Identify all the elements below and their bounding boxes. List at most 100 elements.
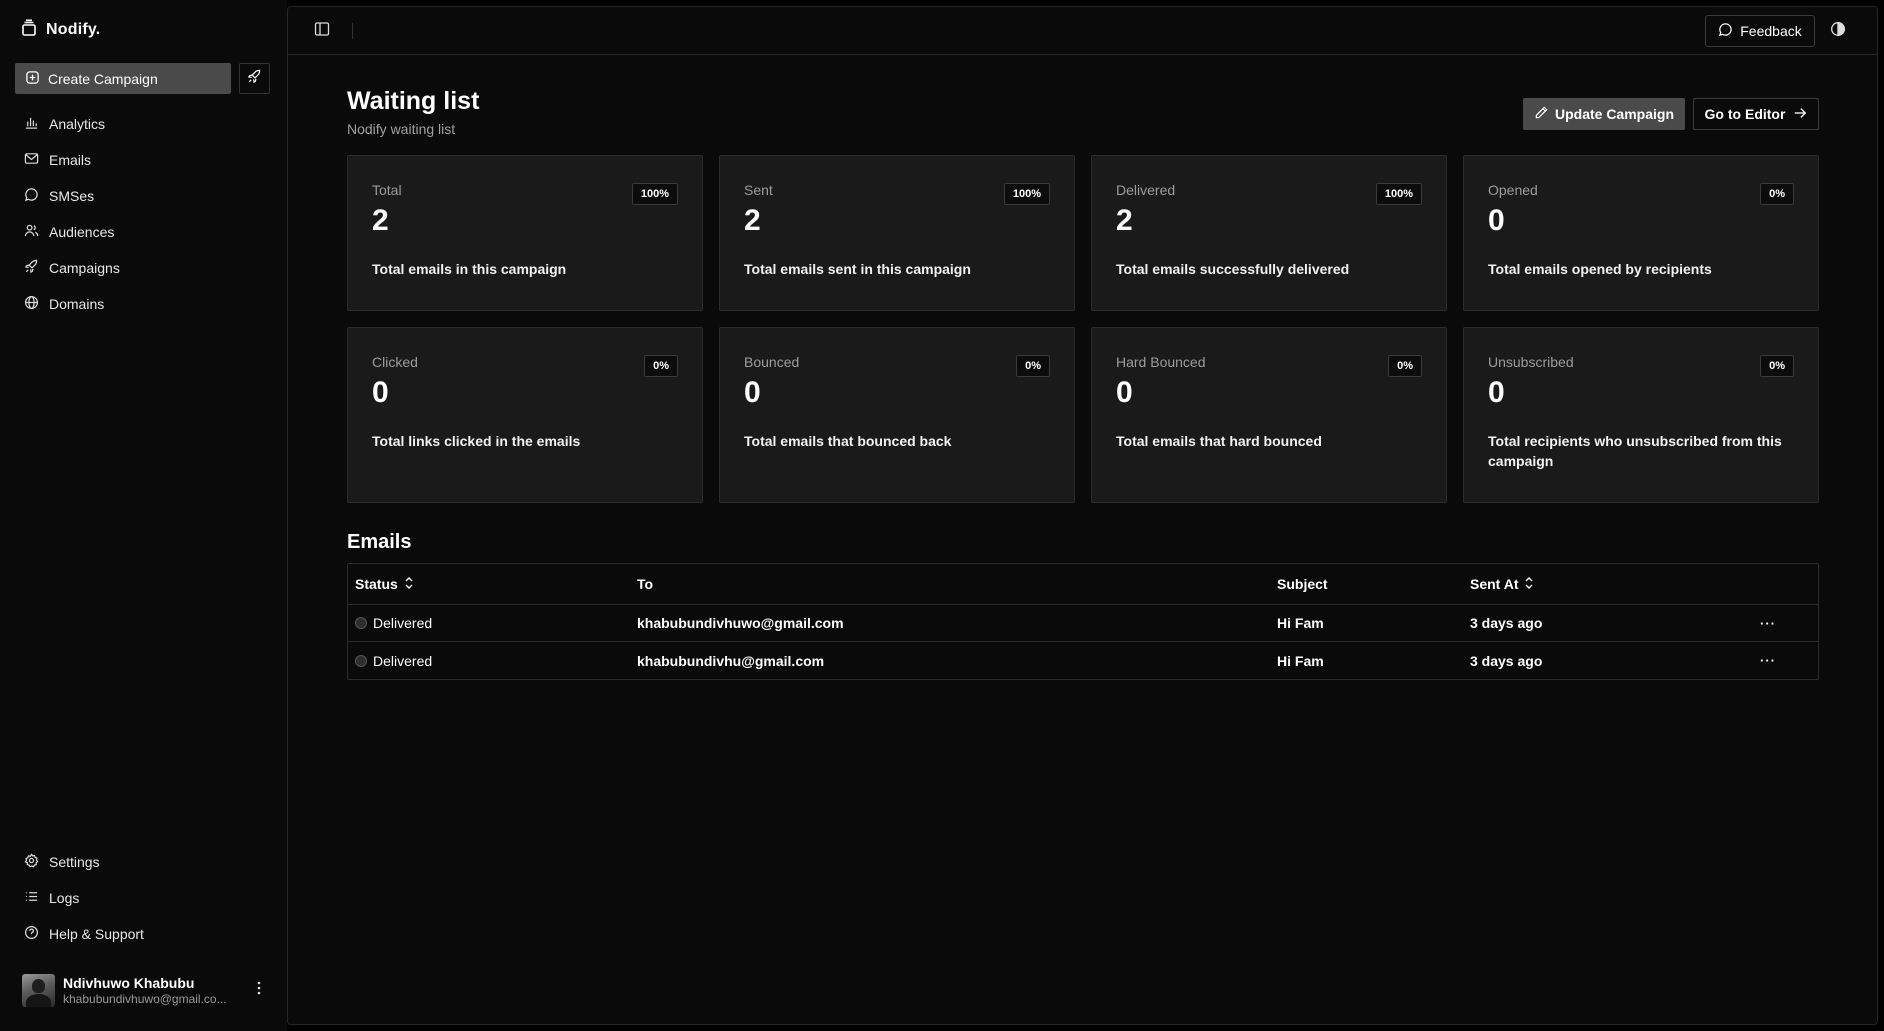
brand-name: Nodify.: [46, 21, 101, 38]
logo-icon: [20, 18, 38, 42]
sidebar-item-emails[interactable]: Emails: [14, 142, 272, 178]
stat-description: Total emails successfully delivered: [1116, 261, 1350, 277]
create-campaign-button[interactable]: Create Campaign: [15, 63, 231, 94]
sidebar-item-domains[interactable]: Domains: [14, 286, 272, 322]
sidebar-item-campaigns[interactable]: Campaigns: [14, 250, 272, 286]
stat-percent-badge: 0%: [644, 355, 678, 377]
status-dot-icon: [355, 617, 367, 629]
stat-card-unsubscribed: Unsubscribed 0 Total recipients who unsu…: [1463, 327, 1819, 503]
stats-grid: Total 2 Total emails in this campaign 10…: [347, 155, 1819, 503]
user-menu-button[interactable]: [249, 978, 269, 1002]
stat-description: Total emails in this campaign: [372, 261, 567, 277]
panel-left-icon: [314, 21, 330, 42]
divider: [352, 23, 353, 39]
column-header-label: Status: [355, 576, 398, 592]
sidebar-item-label: Analytics: [49, 116, 106, 132]
sidebar-item-settings[interactable]: Settings: [14, 844, 272, 880]
feedback-label: Feedback: [1740, 23, 1802, 39]
create-campaign-label: Create Campaign: [48, 70, 158, 87]
gear-icon: [24, 853, 39, 871]
stat-percent-badge: 0%: [1760, 183, 1794, 205]
sidebar-item-audiences[interactable]: Audiences: [14, 214, 272, 250]
user-info: Ndivhuwo Khabubu khabubundivhuwo@gmail.c…: [63, 974, 243, 1007]
go-to-editor-button[interactable]: Go to Editor: [1693, 98, 1819, 130]
sidebar: Nodify. Create Campaign Analytics Emails…: [0, 0, 287, 1031]
more-vertical-icon: [257, 981, 261, 1000]
column-header-subject: Subject: [1277, 576, 1328, 592]
arrow-right-icon: [1793, 106, 1807, 123]
plus-circle-icon: [25, 70, 40, 88]
stat-card-bounced: Bounced 0 Total emails that bounced back…: [719, 327, 1075, 503]
stat-card-total: Total 2 Total emails in this campaign 10…: [347, 155, 703, 311]
help-icon: [24, 925, 39, 943]
stat-label: Bounced: [744, 354, 800, 370]
create-campaign-row: Create Campaign: [15, 63, 270, 94]
column-header-sent-at[interactable]: Sent At: [1470, 576, 1534, 593]
column-header-status[interactable]: Status: [355, 576, 414, 593]
emails-section-title: Emails: [347, 531, 412, 553]
stat-percent-badge: 100%: [1003, 183, 1050, 205]
stat-card-delivered: Delivered 2 Total emails successfully de…: [1091, 155, 1447, 311]
page-title: Waiting list: [347, 87, 480, 115]
message-icon: [1718, 22, 1733, 40]
message-icon: [24, 187, 39, 205]
sent-at-cell: 3 days ago: [1470, 652, 1543, 669]
stat-value: 0: [1488, 204, 1505, 237]
update-campaign-label: Update Campaign: [1554, 106, 1674, 122]
stat-value: 0: [1116, 376, 1133, 409]
subject-cell: Hi Fam: [1277, 652, 1324, 669]
stat-description: Total emails that hard bounced: [1116, 433, 1322, 449]
sent-at-cell: 3 days ago: [1470, 615, 1543, 631]
main-panel: Feedback Waiting list Nodify waiting lis…: [287, 6, 1878, 1025]
stat-value: 0: [372, 376, 389, 409]
status-dot-icon: [355, 654, 367, 667]
stat-percent-badge: 0%: [1016, 355, 1050, 377]
column-header-label: Sent At: [1470, 576, 1519, 592]
pencil-icon: [1534, 105, 1549, 123]
user-profile[interactable]: Ndivhuwo Khabubu khabubundivhuwo@gmail.c…: [22, 972, 272, 1008]
row-actions-button[interactable]: ···: [1748, 616, 1788, 631]
stat-card-opened: Opened 0 Total emails opened by recipien…: [1463, 155, 1819, 311]
stat-description: Total links clicked in the emails: [372, 433, 581, 449]
recipient-cell: khabubundivhu@gmail.com: [637, 652, 825, 669]
status-text: Delivered: [373, 652, 433, 669]
sidebar-item-label: Audiences: [49, 224, 115, 240]
stat-card-hard-bounced: Hard Bounced 0 Total emails that hard bo…: [1091, 327, 1447, 503]
status-cell: Delivered: [355, 653, 432, 669]
contrast-icon: [1830, 21, 1846, 42]
subject-cell: Hi Fam: [1277, 615, 1324, 631]
row-actions-button[interactable]: ···: [1748, 653, 1788, 668]
stat-percent-badge: 0%: [1388, 355, 1422, 377]
theme-toggle-button[interactable]: [1828, 21, 1848, 41]
sidebar-item-smses[interactable]: SMSes: [14, 178, 272, 214]
stat-label: Clicked: [372, 354, 418, 370]
sidebar-item-help[interactable]: Help & Support: [14, 916, 272, 952]
go-to-editor-label: Go to Editor: [1704, 106, 1786, 122]
bar-chart-icon: [24, 115, 39, 133]
stat-description: Total recipients who unsubscribed from t…: [1488, 433, 1782, 469]
stat-value: 2: [744, 204, 761, 237]
mail-icon: [24, 151, 39, 169]
brand-logo[interactable]: Nodify.: [20, 18, 100, 42]
stat-description: Total emails sent in this campaign: [744, 261, 971, 277]
sidebar-item-label: Campaigns: [49, 260, 120, 276]
stat-value: 0: [1488, 376, 1505, 409]
user-email: khabubundivhuwo@gmail.co...: [63, 991, 227, 1006]
sidebar-toggle-button[interactable]: [313, 21, 331, 42]
quick-launch-button[interactable]: [239, 63, 270, 94]
users-icon: [24, 223, 39, 241]
sidebar-item-analytics[interactable]: Analytics: [14, 106, 272, 142]
stat-value: 2: [372, 204, 389, 237]
top-bar: Feedback: [288, 7, 1877, 55]
update-campaign-button[interactable]: Update Campaign: [1523, 98, 1685, 130]
stat-label: Opened: [1488, 182, 1538, 198]
stat-value: 0: [744, 376, 761, 409]
sidebar-item-logs[interactable]: Logs: [14, 880, 272, 916]
table-row[interactable]: Delivered khabubundivhuwo@gmail.com Hi F…: [348, 605, 1818, 642]
list-icon: [24, 889, 39, 907]
table-row[interactable]: Delivered khabubundivhu@gmail.com Hi Fam…: [348, 642, 1818, 679]
sidebar-item-label: Settings: [49, 854, 100, 870]
sidebar-nav-footer: Settings Logs Help & Support: [14, 844, 272, 952]
feedback-button[interactable]: Feedback: [1705, 15, 1815, 47]
stat-card-clicked: Clicked 0 Total links clicked in the ema…: [347, 327, 703, 503]
